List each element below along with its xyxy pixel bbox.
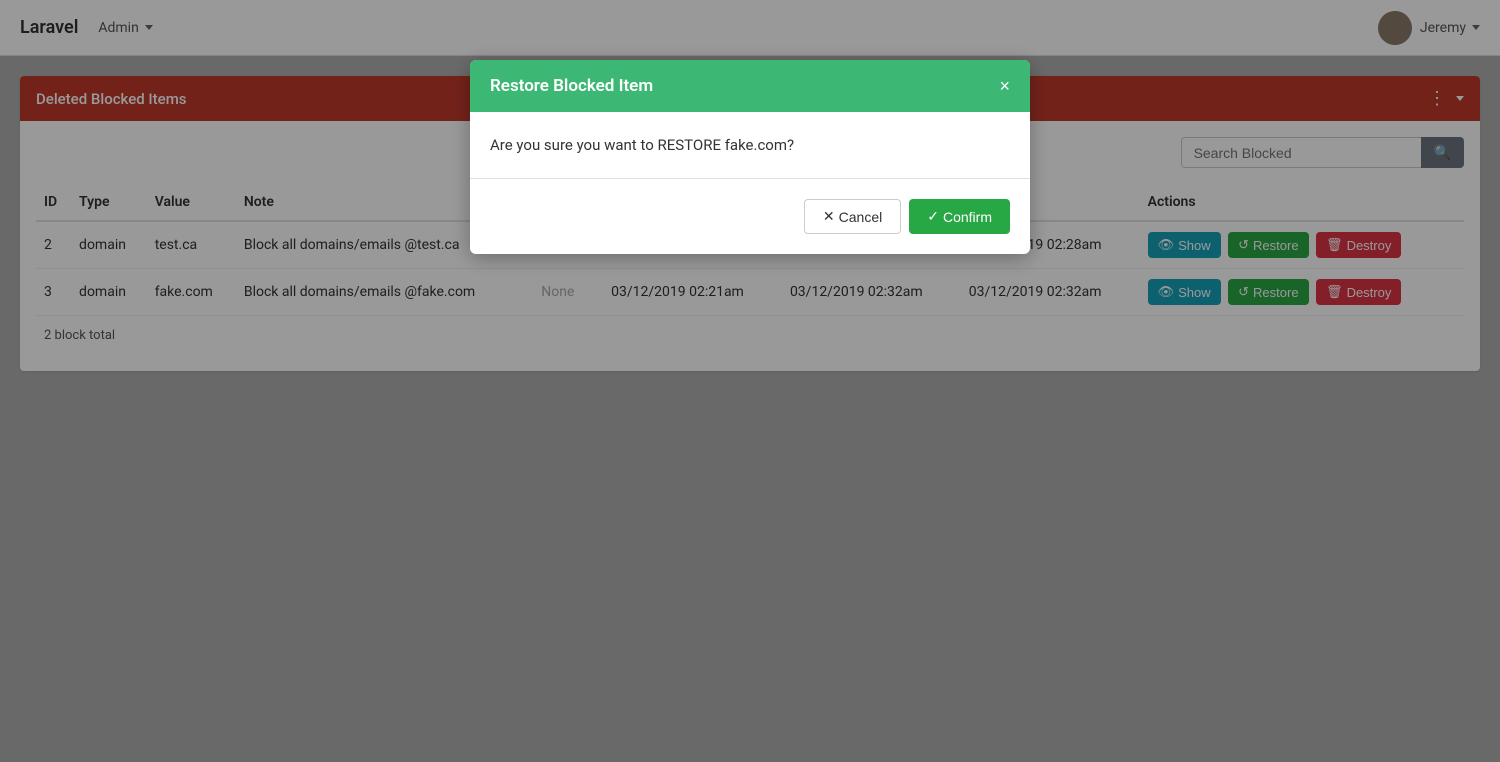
- cancel-button[interactable]: ✕ Cancel: [804, 199, 901, 234]
- confirm-label: Confirm: [943, 209, 992, 225]
- confirm-icon: ✓: [927, 208, 939, 225]
- confirm-button[interactable]: ✓ Confirm: [909, 199, 1010, 234]
- modal-divider: [470, 178, 1030, 179]
- restore-modal: Restore Blocked Item × Are you sure you …: [470, 60, 1030, 254]
- modal-overlay: Restore Blocked Item × Are you sure you …: [0, 0, 1500, 762]
- modal-message: Are you sure you want to RESTORE fake.co…: [490, 136, 1010, 154]
- modal-close-button[interactable]: ×: [999, 77, 1010, 95]
- modal-title: Restore Blocked Item: [490, 76, 653, 96]
- cancel-icon: ✕: [823, 208, 835, 225]
- cancel-label: Cancel: [839, 209, 883, 225]
- modal-footer: ✕ Cancel ✓ Confirm: [490, 199, 1010, 234]
- modal-header: Restore Blocked Item ×: [470, 60, 1030, 112]
- modal-body: Are you sure you want to RESTORE fake.co…: [470, 112, 1030, 254]
